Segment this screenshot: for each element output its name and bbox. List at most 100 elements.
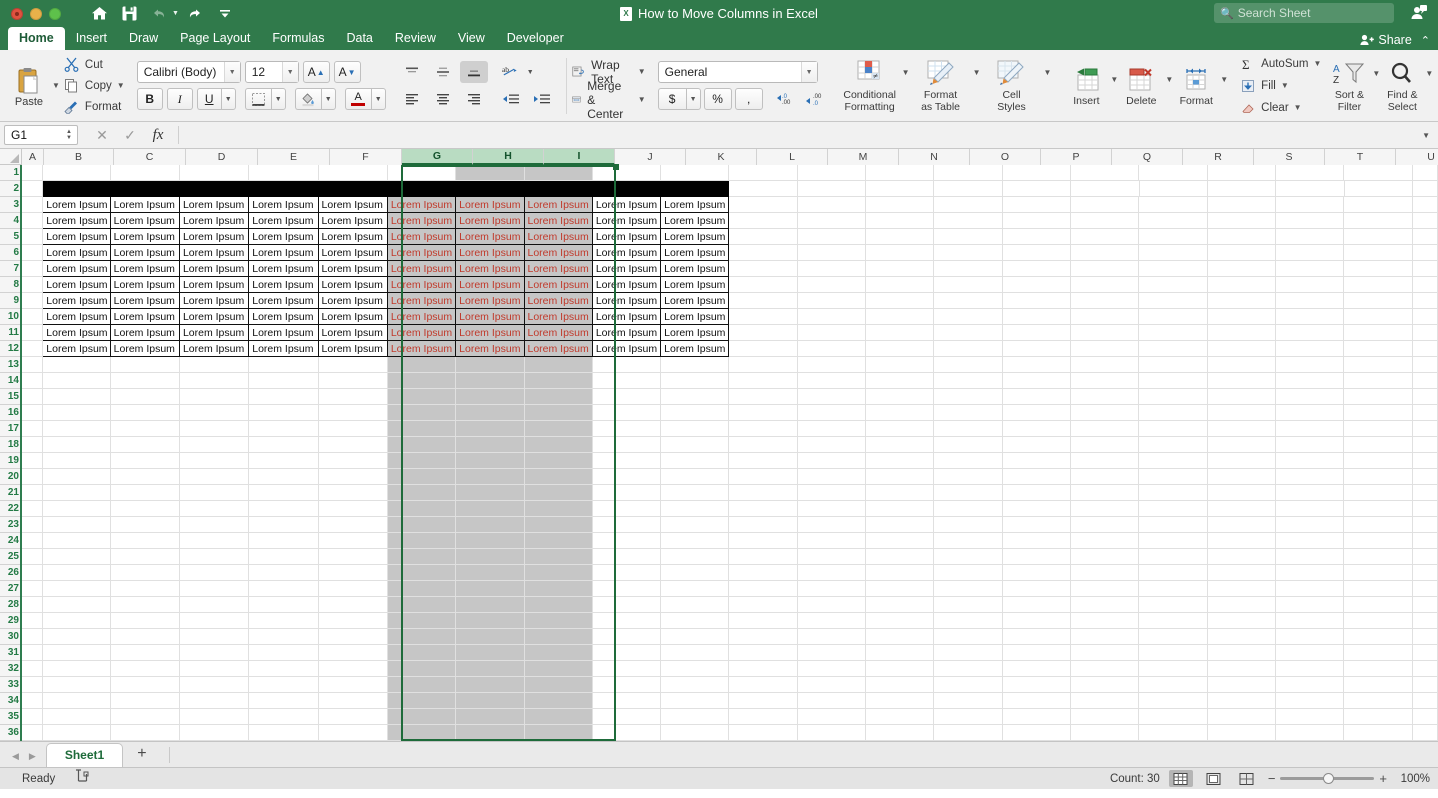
cell-R7[interactable] [1139, 261, 1207, 277]
cell-K36[interactable] [661, 725, 729, 741]
row-header-4[interactable]: 4 [0, 213, 22, 229]
cell-O16[interactable] [934, 405, 1002, 421]
cell-M30[interactable] [798, 629, 866, 645]
cell-D3[interactable]: Lorem Ipsum [180, 197, 249, 213]
cell-B22[interactable] [43, 501, 110, 517]
cell-K24[interactable] [661, 533, 729, 549]
cell-styles-caret[interactable]: ▼ [1043, 68, 1051, 77]
cell-E23[interactable] [249, 517, 318, 533]
font-name-caret[interactable]: ▼ [224, 62, 240, 82]
clear-button[interactable]: Clear ▼ [1240, 98, 1321, 117]
cell-P26[interactable] [1003, 565, 1071, 581]
cell-N14[interactable] [866, 373, 934, 389]
cell-F28[interactable] [319, 597, 388, 613]
cell-R36[interactable] [1139, 725, 1207, 741]
cell-B29[interactable] [43, 613, 110, 629]
cell-C27[interactable] [111, 581, 180, 597]
column-header-D[interactable]: D [186, 149, 258, 165]
cell-J18[interactable] [593, 437, 661, 453]
cell-O2[interactable] [934, 181, 1002, 197]
row-header-1[interactable]: 1 [0, 165, 22, 181]
cell-A19[interactable] [22, 453, 43, 469]
cell-H27[interactable] [456, 581, 524, 597]
cell-T25[interactable] [1276, 549, 1344, 565]
column-header-C[interactable]: C [114, 149, 186, 165]
cell-P13[interactable] [1003, 357, 1071, 373]
cell-F22[interactable] [319, 501, 388, 517]
column-header-Q[interactable]: Q [1112, 149, 1183, 165]
cell-D19[interactable] [180, 453, 249, 469]
cell-K35[interactable] [661, 709, 729, 725]
cell-V30[interactable] [1413, 629, 1438, 645]
customize-icon[interactable] [211, 3, 239, 25]
delete-cells-button[interactable]: Delete [1118, 65, 1164, 107]
cell-O22[interactable] [934, 501, 1002, 517]
cell-M4[interactable] [798, 213, 866, 229]
cell-T5[interactable] [1276, 229, 1344, 245]
cell-B26[interactable] [43, 565, 110, 581]
tab-developer[interactable]: Developer [496, 27, 575, 50]
cell-E14[interactable] [249, 373, 318, 389]
cell-S30[interactable] [1208, 629, 1276, 645]
format-as-table-button[interactable]: Formatas Table [910, 58, 972, 113]
cell-H13[interactable] [456, 357, 524, 373]
cell-U28[interactable] [1344, 597, 1412, 613]
cell-E35[interactable] [249, 709, 318, 725]
cell-E10[interactable]: Lorem Ipsum [249, 309, 318, 325]
next-sheet-icon[interactable]: ▶ [29, 751, 36, 762]
increase-font-size-button[interactable]: A▲ [303, 61, 330, 83]
tab-draw[interactable]: Draw [118, 27, 169, 50]
cell-P22[interactable] [1003, 501, 1071, 517]
cell-I30[interactable] [525, 629, 593, 645]
cell-C17[interactable] [111, 421, 180, 437]
column-header-E[interactable]: E [258, 149, 330, 165]
cell-L29[interactable] [729, 613, 797, 629]
cell-J2[interactable] [593, 181, 661, 197]
cell-S22[interactable] [1208, 501, 1276, 517]
cell-J8[interactable]: Lorem Ipsum [593, 277, 661, 293]
cell-F35[interactable] [319, 709, 388, 725]
cell-J25[interactable] [593, 549, 661, 565]
cell-V18[interactable] [1413, 437, 1438, 453]
column-header-H[interactable]: H [473, 149, 544, 165]
cell-G22[interactable] [388, 501, 456, 517]
cell-K1[interactable] [661, 165, 729, 181]
cell-H32[interactable] [456, 661, 524, 677]
cell-T33[interactable] [1276, 677, 1344, 693]
cell-A34[interactable] [22, 693, 43, 709]
increase-indent-button[interactable] [528, 88, 556, 110]
row-header-27[interactable]: 27 [0, 581, 22, 597]
cell-D29[interactable] [180, 613, 249, 629]
cell-N13[interactable] [866, 357, 934, 373]
selection-handle[interactable] [613, 164, 619, 170]
cell-R2[interactable] [1140, 181, 1208, 197]
search-box[interactable]: 🔍 [1214, 3, 1394, 23]
cell-K32[interactable] [661, 661, 729, 677]
cell-T36[interactable] [1276, 725, 1344, 741]
cell-L15[interactable] [729, 389, 797, 405]
column-header-M[interactable]: M [828, 149, 899, 165]
cell-S21[interactable] [1208, 485, 1276, 501]
cell-L6[interactable] [729, 245, 797, 261]
cell-G17[interactable] [388, 421, 456, 437]
cell-P23[interactable] [1003, 517, 1071, 533]
cell-H23[interactable] [456, 517, 524, 533]
row-header-28[interactable]: 28 [0, 597, 22, 613]
cell-T26[interactable] [1276, 565, 1344, 581]
cell-S14[interactable] [1208, 373, 1276, 389]
cell-N27[interactable] [866, 581, 934, 597]
row-header-6[interactable]: 6 [0, 245, 22, 261]
cell-B34[interactable] [43, 693, 110, 709]
cell-O17[interactable] [934, 421, 1002, 437]
cell-U26[interactable] [1344, 565, 1412, 581]
cell-O11[interactable] [934, 325, 1002, 341]
cell-D14[interactable] [180, 373, 249, 389]
cell-A27[interactable] [22, 581, 43, 597]
cell-F8[interactable]: Lorem Ipsum [319, 277, 388, 293]
cell-D1[interactable] [180, 165, 249, 181]
cell-O12[interactable] [934, 341, 1002, 357]
cell-M35[interactable] [798, 709, 866, 725]
cell-I3[interactable]: Lorem Ipsum [525, 197, 593, 213]
cell-A6[interactable] [22, 245, 43, 261]
cell-D13[interactable] [180, 357, 249, 373]
